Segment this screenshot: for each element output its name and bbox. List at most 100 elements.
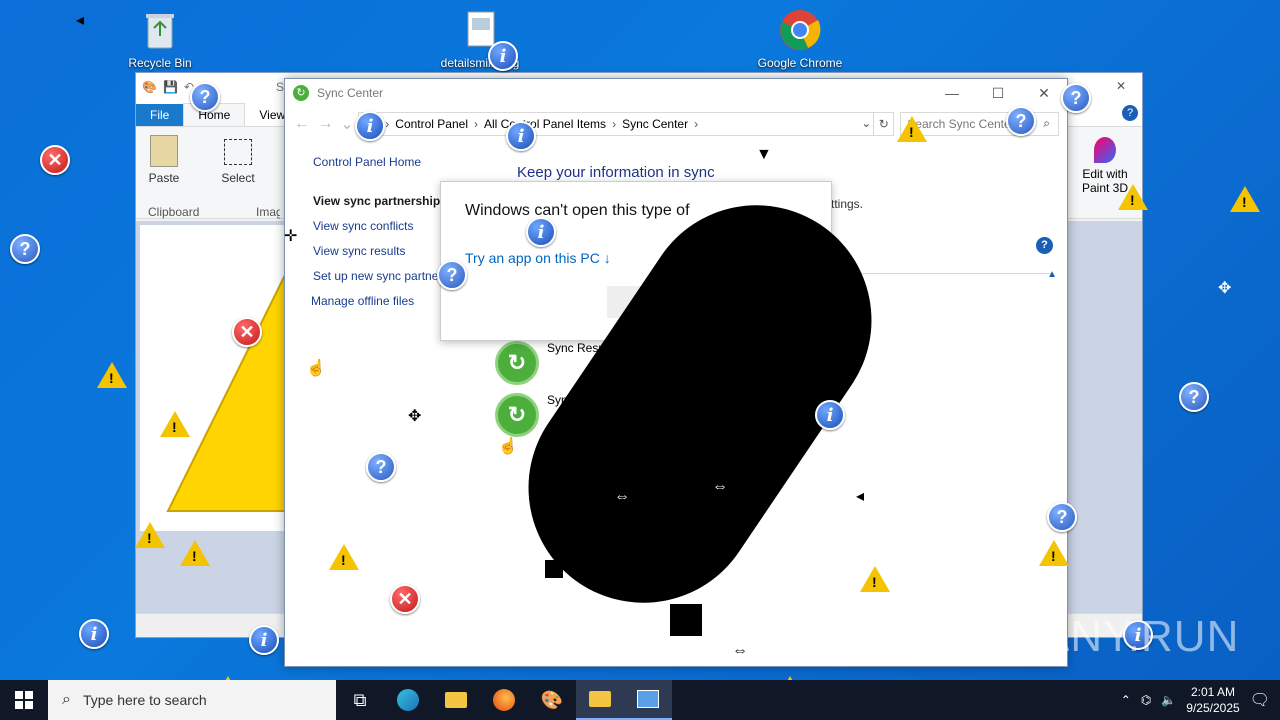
- recycle-bin-shortcut[interactable]: Recycle Bin: [122, 8, 198, 70]
- warning-icon: [860, 566, 890, 592]
- arrow-cursor-icon: ◂: [856, 488, 865, 505]
- breadcrumb-sep: ›: [612, 117, 617, 131]
- file-explorer-icon[interactable]: [432, 680, 480, 720]
- notification-icon[interactable]: 🗨: [1250, 690, 1270, 710]
- arrow-cursor-icon: ▼: [756, 146, 772, 163]
- chrome-label: Google Chrome: [757, 56, 843, 70]
- page-heading: Keep your information in sync: [517, 164, 715, 181]
- question-icon: ?: [366, 452, 396, 482]
- resize-cursor-icon: ⇔: [732, 642, 748, 659]
- start-button[interactable]: [0, 680, 48, 720]
- folder-taskbar-icon[interactable]: [576, 680, 624, 720]
- help-icon[interactable]: ?: [1122, 105, 1138, 121]
- taskbar-search-placeholder: Type here to search: [82, 692, 207, 708]
- system-tray: ⌃ ⌬ 🔈 2:01 AM 9/25/2025 🗨: [1121, 680, 1280, 720]
- question-icon: ?: [1061, 83, 1091, 113]
- hand-cursor-icon: ☝: [306, 360, 326, 377]
- collapse-chevron-icon[interactable]: ▲: [1047, 269, 1057, 280]
- select-icon: [224, 139, 252, 165]
- breadcrumb-sep: ›: [694, 117, 699, 131]
- select-button[interactable]: Select: [220, 131, 256, 185]
- task-view-icon[interactable]: ⧉: [336, 680, 384, 720]
- search-icon: ⌕: [1043, 116, 1050, 130]
- close-icon[interactable]: ✕: [1021, 79, 1067, 107]
- breadcrumb-sync-center[interactable]: Sync Center: [622, 117, 688, 131]
- maximize-icon[interactable]: ☐: [975, 79, 1021, 107]
- control-panel-taskbar-icon[interactable]: [624, 680, 672, 720]
- warning-icon: [135, 522, 165, 548]
- popup-message: Windows can't open this type of: [465, 202, 690, 219]
- search-icon: ⌕: [62, 691, 71, 708]
- help-icon[interactable]: ?: [1036, 237, 1053, 254]
- edge-icon[interactable]: [384, 680, 432, 720]
- resize-cursor-icon: ⇔: [614, 488, 630, 505]
- move-cursor-icon: ✥: [1218, 280, 1232, 297]
- tab-file[interactable]: File: [136, 104, 184, 126]
- paint3d-icon: [1094, 137, 1116, 163]
- info-icon: i: [249, 625, 279, 655]
- paint-close-icon[interactable]: ✕: [1116, 79, 1126, 93]
- paste-icon: [150, 135, 178, 167]
- chrome-shortcut[interactable]: Google Chrome: [752, 8, 848, 70]
- forward-arrow-icon[interactable]: →: [317, 115, 335, 133]
- quick-save-icon[interactable]: 💾: [163, 80, 178, 94]
- recycle-bin-icon: [138, 8, 182, 52]
- taskbar: ⌕ Type here to search ⧉ 🎨 ⌃ ⌬ 🔈 2:01 AM …: [0, 680, 1280, 720]
- question-icon: ?: [190, 82, 220, 112]
- sync-refresh-icon: ↻: [495, 341, 539, 385]
- breadcrumb-sep: ›: [474, 117, 478, 131]
- question-icon: ?: [1047, 502, 1077, 532]
- paste-button[interactable]: Paste: [144, 131, 184, 185]
- question-icon: ?: [10, 234, 40, 264]
- address-dropdown-icon[interactable]: ⌄: [861, 116, 871, 130]
- refresh-icon[interactable]: ↻: [873, 113, 893, 135]
- clock[interactable]: 2:01 AM 9/25/2025: [1186, 684, 1239, 716]
- warning-icon: [1039, 540, 1069, 566]
- paste-label: Paste: [148, 171, 180, 185]
- sync-title-bar: ↻ Sync Center — ☐ ✕: [285, 79, 1067, 107]
- volume-icon[interactable]: 🔈: [1161, 693, 1176, 707]
- windows-logo-icon: [15, 691, 33, 709]
- paint-canvas[interactable]: [140, 225, 290, 531]
- try-app-link[interactable]: Try an app on this PC ↓: [465, 250, 611, 266]
- info-icon: i: [79, 619, 109, 649]
- subtext-tail: ttings.: [831, 197, 864, 211]
- black-rect-artifact: [545, 560, 563, 578]
- control-panel-home-link[interactable]: Control Panel Home: [313, 155, 473, 169]
- resize-cursor-icon: ⇔: [712, 478, 728, 495]
- breadcrumb-control-panel[interactable]: Control Panel: [395, 117, 468, 131]
- taskbar-search-box[interactable]: ⌕ Type here to search: [48, 680, 336, 720]
- window-controls: — ☐ ✕: [929, 79, 1067, 107]
- warning-icon: [1118, 184, 1148, 210]
- paint-taskbar-icon[interactable]: 🎨: [528, 680, 576, 720]
- recycle-bin-label: Recycle Bin: [128, 56, 192, 70]
- firefox-icon[interactable]: [480, 680, 528, 720]
- paint-app-icon: 🎨: [142, 80, 157, 94]
- clipboard-group-label: Clipboard: [148, 205, 200, 219]
- breadcrumb-all-items[interactable]: All Control Panel Items: [484, 117, 606, 131]
- info-icon: i: [815, 400, 845, 430]
- tray-chevron-icon[interactable]: ⌃: [1121, 693, 1131, 707]
- warning-icon: [97, 362, 127, 388]
- address-bar[interactable]: › Control Panel › All Control Panel Item…: [358, 112, 895, 136]
- black-rect-artifact: [670, 604, 702, 636]
- info-icon: i: [526, 217, 556, 247]
- back-arrow-icon[interactable]: ←: [293, 115, 311, 133]
- breadcrumb-sep: ›: [385, 117, 390, 131]
- info-icon: i: [355, 111, 385, 141]
- recent-dropdown-icon[interactable]: ⌄: [340, 114, 353, 134]
- clock-date: 9/25/2025: [1186, 701, 1240, 715]
- question-icon: ?: [1179, 382, 1209, 412]
- desktop: Recycle Bin detailsmilla.jpg Google Chro…: [0, 0, 1280, 680]
- anyrun-watermark: ANY.RUN: [1040, 612, 1240, 661]
- arrow-cursor-icon: ◂: [76, 12, 85, 29]
- minimize-icon[interactable]: —: [929, 79, 975, 107]
- warning-icon: [180, 540, 210, 566]
- warning-icon: [329, 544, 359, 570]
- error-icon: ✕: [390, 584, 420, 614]
- error-icon: ✕: [232, 317, 262, 347]
- window-title: Sync Center: [317, 86, 384, 100]
- warning-icon: [897, 116, 927, 142]
- network-icon[interactable]: ⌬: [1141, 693, 1151, 707]
- image-group-label: Image: [256, 205, 280, 219]
